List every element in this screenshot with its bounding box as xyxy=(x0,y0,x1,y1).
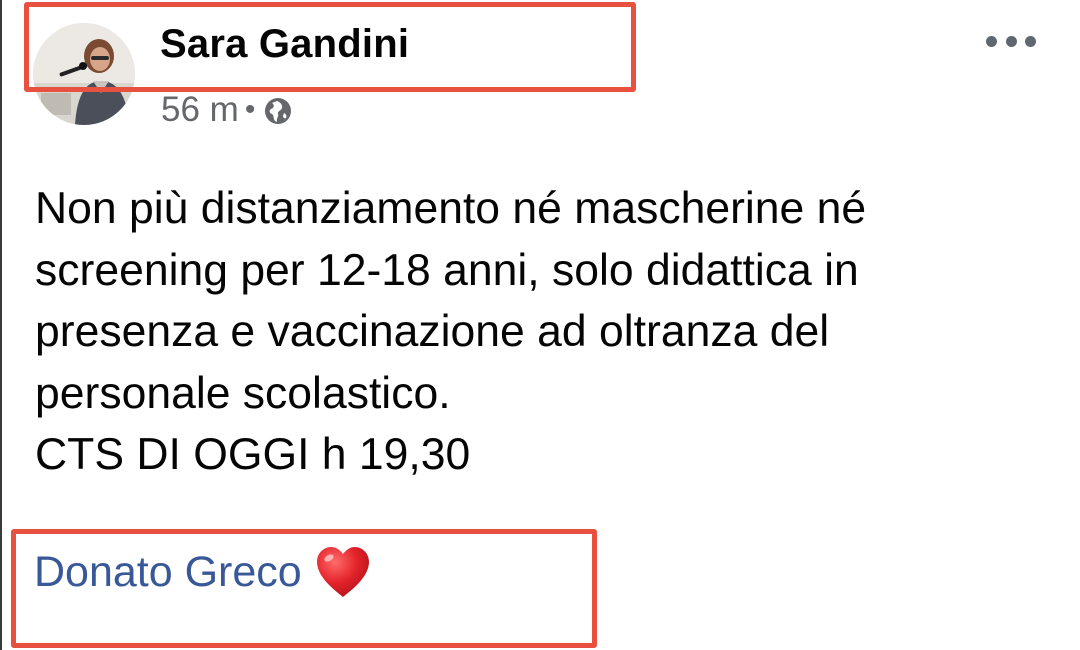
post-body: Non più distanziamento né mascherine né … xyxy=(35,178,1055,486)
author-name[interactable]: Sara Gandini xyxy=(160,22,409,67)
avatar[interactable] xyxy=(33,23,135,125)
avatar-photo xyxy=(33,23,135,125)
more-dot xyxy=(986,35,997,47)
mention-link[interactable]: Donato Greco xyxy=(34,548,302,597)
post-text-line: Non più distanziamento né mascherine né xyxy=(35,184,867,233)
heart-icon xyxy=(314,545,372,599)
post-text-line: screening per 12-18 anni, solo didattica… xyxy=(35,245,859,295)
more-dot xyxy=(1025,35,1036,47)
globe-icon xyxy=(263,95,293,125)
post-text-line: personale scolastico. xyxy=(35,368,451,418)
more-dot xyxy=(1005,35,1017,47)
meta-separator: • xyxy=(244,93,256,126)
post-text-line: CTS DI OGGI h 19,30 xyxy=(35,430,471,479)
post-time[interactable]: 56 m xyxy=(161,90,239,130)
post-text-line: presenza e vaccinazione ad oltranza del xyxy=(35,307,830,356)
left-edge-border xyxy=(0,0,2,650)
post-meta: 56 m • xyxy=(161,90,293,130)
more-options-icon[interactable] xyxy=(986,28,1036,54)
mention: Donato Greco xyxy=(34,545,372,599)
